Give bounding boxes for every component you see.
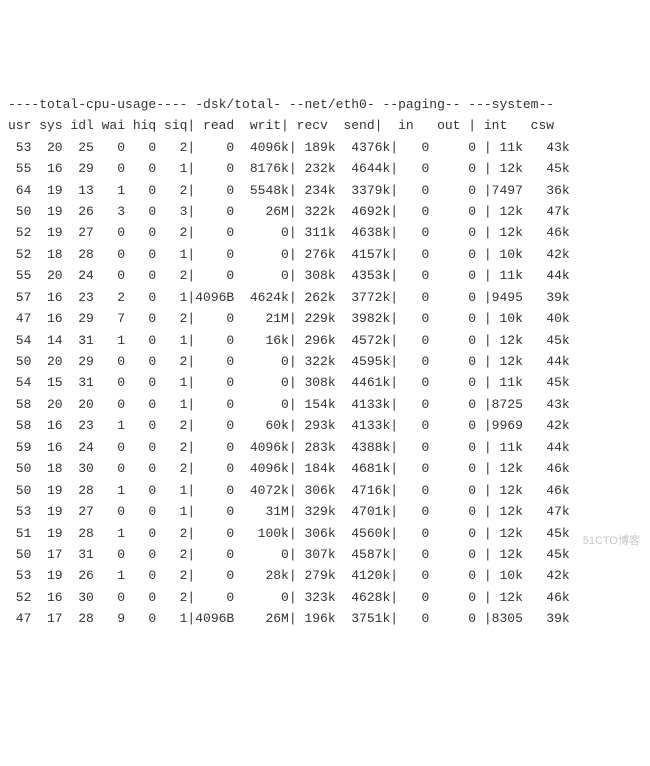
watermark: 51CTO博客 <box>583 532 640 550</box>
terminal-output: ----total-cpu-usage---- -dsk/total- --ne… <box>8 94 642 630</box>
